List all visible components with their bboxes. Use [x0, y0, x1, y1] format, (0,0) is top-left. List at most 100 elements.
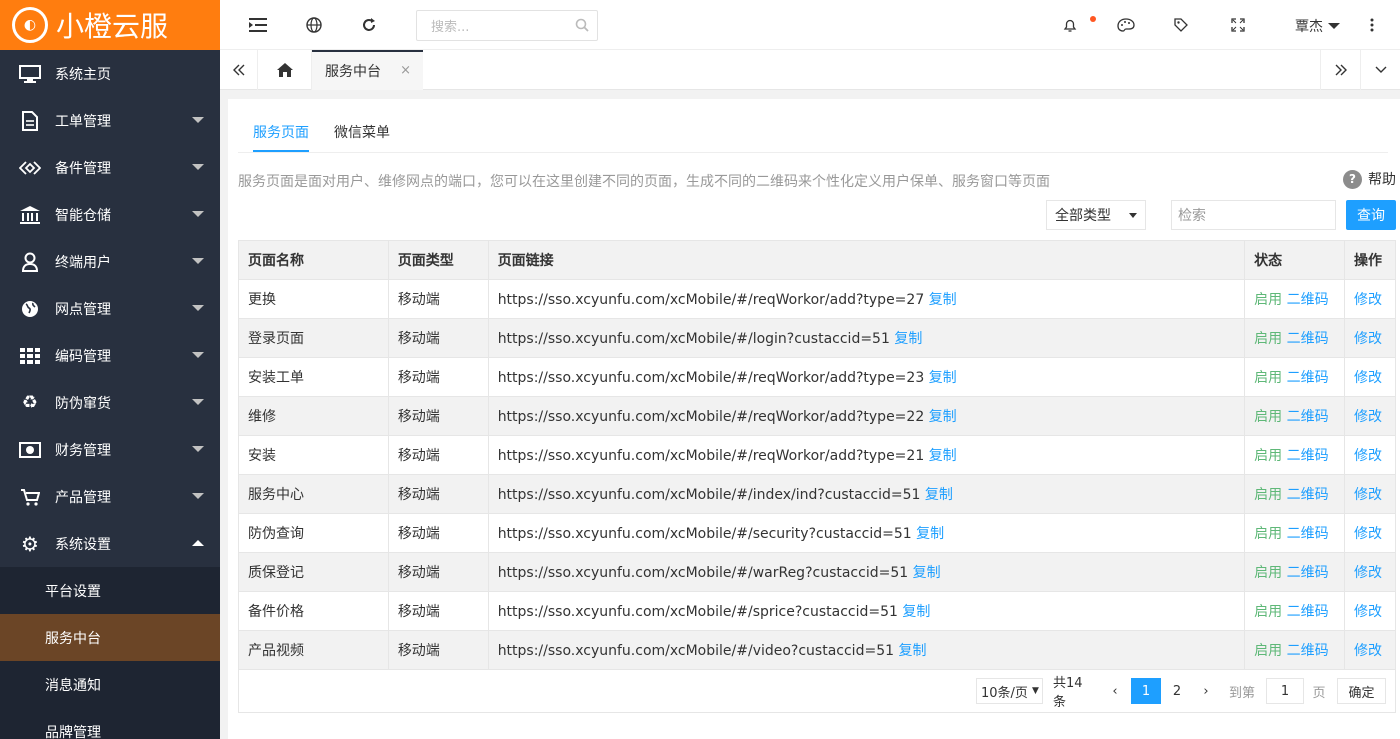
- qrcode-link[interactable]: 二维码: [1287, 487, 1329, 503]
- sidebar-item-bank[interactable]: 智能仓储: [0, 191, 220, 238]
- cell-page-link: https://sso.xcyunfu.com/xcMobile/#/index…: [487, 474, 1246, 514]
- status-enabled[interactable]: 启用: [1254, 604, 1282, 620]
- gear-icon: ⚙: [21, 531, 39, 556]
- status-enabled[interactable]: 启用: [1254, 565, 1282, 581]
- edit-link[interactable]: 修改: [1354, 604, 1382, 620]
- status-enabled[interactable]: 启用: [1254, 448, 1282, 464]
- status-enabled[interactable]: 启用: [1254, 526, 1282, 542]
- cell-status: 启用 二维码: [1244, 630, 1345, 670]
- cell-action: 修改: [1344, 591, 1396, 631]
- qrcode-link[interactable]: 二维码: [1287, 331, 1329, 347]
- status-enabled[interactable]: 启用: [1254, 292, 1282, 308]
- table-row: 登录页面 移动端 https://sso.xcyunfu.com/xcMobile/…: [238, 318, 1396, 358]
- edit-link[interactable]: 修改: [1354, 565, 1382, 581]
- copy-link[interactable]: 复制: [913, 565, 941, 581]
- qrcode-link[interactable]: 二维码: [1287, 370, 1329, 386]
- qrcode-link[interactable]: 二维码: [1287, 409, 1329, 425]
- edit-link[interactable]: 修改: [1354, 643, 1382, 659]
- globe-icon[interactable]: [304, 15, 324, 35]
- qrcode-link[interactable]: 二维码: [1287, 448, 1329, 464]
- sidebar-item-grid[interactable]: 编码管理: [0, 332, 220, 379]
- edit-link[interactable]: 修改: [1354, 292, 1382, 308]
- copy-link[interactable]: 复制: [898, 643, 926, 659]
- sidebar-item-globe[interactable]: 网点管理: [0, 285, 220, 332]
- sub-item-brand-management[interactable]: 品牌管理: [0, 708, 220, 739]
- goto-page-input[interactable]: 1: [1266, 678, 1304, 704]
- keyword-search-input[interactable]: 检索: [1171, 200, 1336, 230]
- sidebar-item-recycle[interactable]: ♻ 防伪窜货: [0, 379, 220, 426]
- copy-link[interactable]: 复制: [916, 526, 944, 542]
- cell-action: 修改: [1344, 630, 1396, 670]
- query-button[interactable]: 查询: [1346, 200, 1396, 230]
- sub-item-platform-settings[interactable]: 平台设置: [0, 567, 220, 614]
- copy-link[interactable]: 复制: [925, 487, 953, 503]
- close-icon[interactable]: ×: [400, 63, 411, 78]
- search-input[interactable]: 搜索...: [416, 10, 598, 41]
- tab-wechat-menu[interactable]: 微信菜单: [334, 122, 390, 142]
- qrcode-link[interactable]: 二维码: [1287, 604, 1329, 620]
- more-vertical-icon[interactable]: [1362, 15, 1382, 35]
- theme-palette-icon[interactable]: [1116, 15, 1136, 35]
- sidebar-item-user[interactable]: 终端用户: [0, 238, 220, 285]
- tabs-scroll-right-icon[interactable]: [1320, 50, 1360, 90]
- edit-link[interactable]: 修改: [1354, 409, 1382, 425]
- qrcode-link[interactable]: 二维码: [1287, 526, 1329, 542]
- sub-item-notifications[interactable]: 消息通知: [0, 661, 220, 708]
- home-tab-icon[interactable]: [258, 50, 312, 90]
- goto-confirm-button[interactable]: 确定: [1337, 678, 1386, 704]
- edit-link[interactable]: 修改: [1354, 331, 1382, 347]
- prev-page-icon[interactable]: ‹: [1105, 678, 1125, 704]
- sidebar-item-gear[interactable]: ⚙ 系统设置: [0, 520, 220, 567]
- copy-link[interactable]: 复制: [929, 370, 957, 386]
- cell-page-type: 移动端: [387, 552, 489, 592]
- user-menu[interactable]: 覃杰: [1295, 16, 1340, 36]
- notification-dot: [1090, 16, 1096, 22]
- copy-link[interactable]: 复制: [929, 409, 957, 425]
- status-enabled[interactable]: 启用: [1254, 331, 1282, 347]
- sidebar-item-diamond[interactable]: 备件管理: [0, 144, 220, 191]
- tab-service-center[interactable]: 服务中台 ×: [312, 50, 423, 90]
- edit-link[interactable]: 修改: [1354, 370, 1382, 386]
- brand-logo[interactable]: ◐ 小橙云服: [0, 0, 220, 50]
- sidebar-item-cart[interactable]: 产品管理: [0, 473, 220, 520]
- cell-status: 启用 二维码: [1244, 396, 1345, 436]
- cell-page-name: 备件价格: [238, 591, 389, 631]
- cell-page-link: https://sso.xcyunfu.com/xcMobile/#/secur…: [487, 513, 1246, 553]
- tabs-scroll-left-icon[interactable]: [220, 50, 258, 90]
- page-size-select[interactable]: 10条/页 ▼: [976, 678, 1043, 704]
- fullscreen-icon[interactable]: [1228, 15, 1248, 35]
- status-enabled[interactable]: 启用: [1254, 487, 1282, 503]
- status-enabled[interactable]: 启用: [1254, 370, 1282, 386]
- edit-link[interactable]: 修改: [1354, 448, 1382, 464]
- qrcode-link[interactable]: 二维码: [1287, 565, 1329, 581]
- bell-icon[interactable]: [1060, 15, 1080, 35]
- column-header-status: 状态: [1244, 240, 1345, 280]
- copy-link[interactable]: 复制: [929, 292, 957, 308]
- tag-icon[interactable]: [1171, 15, 1191, 35]
- status-enabled[interactable]: 启用: [1254, 409, 1282, 425]
- menu-toggle-icon[interactable]: [248, 15, 268, 35]
- page-2-button[interactable]: 2: [1167, 678, 1187, 704]
- refresh-icon[interactable]: [359, 15, 379, 35]
- edit-link[interactable]: 修改: [1354, 487, 1382, 503]
- next-page-icon[interactable]: ›: [1196, 678, 1216, 704]
- status-enabled[interactable]: 启用: [1254, 643, 1282, 659]
- qrcode-link[interactable]: 二维码: [1287, 643, 1329, 659]
- copy-link[interactable]: 复制: [929, 448, 957, 464]
- search-icon[interactable]: [575, 18, 589, 36]
- sidebar-item-document[interactable]: 工单管理: [0, 97, 220, 144]
- help-link[interactable]: ? 帮助: [1343, 169, 1396, 189]
- tabs-menu-chevron-down-icon[interactable]: [1360, 50, 1400, 90]
- chevron-down-icon: [192, 305, 204, 311]
- cell-page-link: https://sso.xcyunfu.com/xcMobile/#/video…: [487, 630, 1246, 670]
- sidebar-item-money[interactable]: 财务管理: [0, 426, 220, 473]
- copy-link[interactable]: 复制: [902, 604, 930, 620]
- page-1-button[interactable]: 1: [1131, 678, 1161, 704]
- type-select[interactable]: 全部类型: [1046, 200, 1146, 230]
- sub-item-service-center[interactable]: 服务中台: [0, 614, 220, 661]
- sidebar-item-monitor[interactable]: 系统主页: [0, 50, 220, 97]
- tab-service-pages[interactable]: 服务页面: [253, 122, 309, 142]
- qrcode-link[interactable]: 二维码: [1287, 292, 1329, 308]
- copy-link[interactable]: 复制: [894, 331, 922, 347]
- edit-link[interactable]: 修改: [1354, 526, 1382, 542]
